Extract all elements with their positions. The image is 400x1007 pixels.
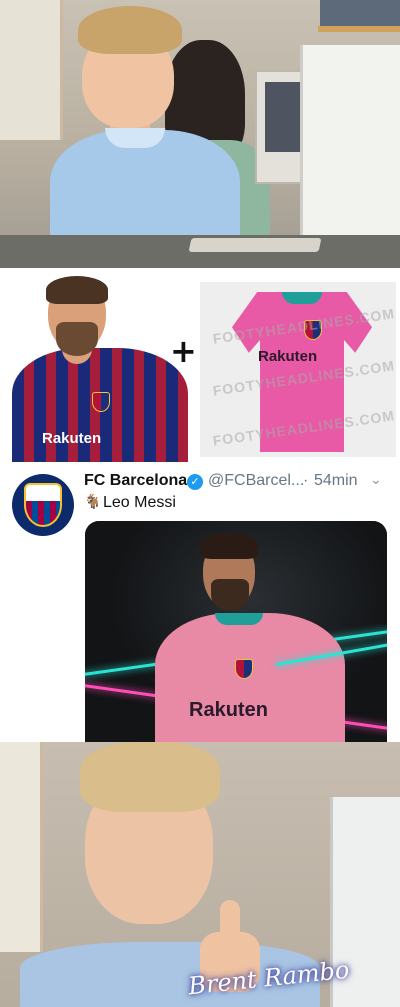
messi-hair [200, 533, 258, 559]
barca-crest-icon [92, 392, 110, 412]
meme-panel-kit-comparison: Rakuten + Rakuten FOOTYHEADLINES.COM FOO… [0, 270, 400, 462]
messi-beard [211, 579, 249, 611]
shirt-collar [215, 613, 263, 625]
fc-barcelona-avatar[interactable] [12, 474, 74, 536]
wall-poster [0, 742, 43, 952]
tweet-time[interactable]: 54min [314, 472, 358, 490]
meme-panel-kid-at-computer [0, 0, 400, 268]
shelf-board [318, 26, 400, 32]
separator: · [303, 472, 309, 489]
meme-panel-thumbs-up: Brent Rambo [0, 742, 400, 1007]
computer-monitor [300, 45, 400, 245]
shirt-crest-icon [235, 659, 253, 679]
keyboard [188, 238, 322, 252]
kit-sponsor: Rakuten [258, 348, 318, 365]
verified-badge-icon: ✓ [187, 474, 203, 490]
media-shirt-sponsor: Rakuten [189, 699, 268, 721]
messi-beard [56, 322, 98, 356]
account-name[interactable]: FC Barcelona [84, 472, 187, 490]
tweet-media[interactable]: Rakuten [85, 521, 387, 742]
barca-crest-icon [24, 483, 62, 527]
chevron-down-icon[interactable]: ⌄ [370, 472, 382, 488]
kit-collar [282, 292, 322, 304]
messi-pink-shirt [155, 613, 345, 742]
messi-shirt-sponsor: Rakuten [42, 430, 102, 447]
wall-poster [0, 0, 63, 140]
boy-hair [78, 6, 182, 54]
boy-hair [80, 742, 220, 812]
plus-symbol: + [170, 332, 197, 370]
messi-hair [46, 276, 108, 304]
tweet-panel: FC Barcelona ✓ @FCBarcel... · 54min ⌄ 🐐 … [0, 462, 400, 742]
tweet-text: Leo Messi [103, 494, 176, 511]
goat-emoji: 🐐 [84, 494, 102, 510]
account-handle[interactable]: @FCBarcel... [208, 472, 304, 490]
shelf [320, 0, 400, 28]
